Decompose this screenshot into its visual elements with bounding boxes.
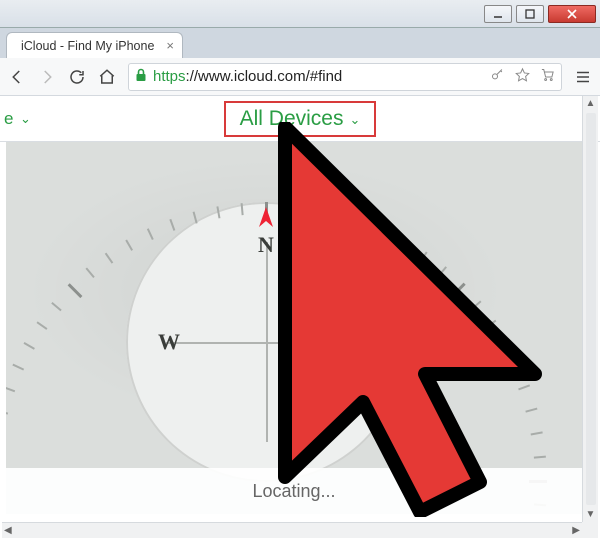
- horizontal-scrollbar[interactable]: ◀ ▶: [2, 522, 582, 538]
- window-maximize-button[interactable]: [516, 5, 544, 23]
- chevron-down-icon: ⌄: [349, 112, 360, 128]
- cart-icon[interactable]: [540, 67, 555, 87]
- compass-west-label: W: [158, 329, 180, 355]
- tab-icloud[interactable]: iCloud - Find My iPhone ×: [6, 32, 183, 58]
- back-button[interactable]: [8, 68, 26, 86]
- reload-button[interactable]: [68, 68, 86, 86]
- window-minimize-button[interactable]: [484, 5, 512, 23]
- home-button[interactable]: [98, 68, 116, 86]
- url-text: https://www.icloud.com/#find: [153, 68, 342, 85]
- window-titlebar: [0, 0, 600, 28]
- url-scheme: https: [153, 68, 186, 85]
- page-header: e ⌄ All Devices ⌄: [0, 96, 600, 142]
- header-left-text: e: [4, 109, 13, 129]
- locating-text: Locating...: [252, 481, 335, 502]
- locating-status-bar: Locating...: [6, 468, 582, 514]
- compass-north-label: N: [258, 232, 274, 258]
- header-left-caret-icon: ⌄: [20, 111, 31, 127]
- compass: N W: [126, 202, 406, 482]
- devices-label: All Devices: [240, 107, 344, 131]
- map-area[interactable]: N W Locating...: [6, 142, 582, 514]
- url-rest: ://www.icloud.com/#find: [186, 68, 343, 85]
- compass-north-needle-icon: [257, 207, 275, 229]
- lock-icon: [135, 68, 147, 85]
- forward-button[interactable]: [38, 68, 56, 86]
- tab-close-icon[interactable]: ×: [166, 38, 174, 53]
- scroll-down-icon[interactable]: ▼: [586, 509, 596, 520]
- scrollbar-corner: [582, 522, 598, 538]
- all-devices-dropdown[interactable]: All Devices ⌄: [224, 101, 377, 137]
- tab-title: iCloud - Find My iPhone: [21, 39, 154, 53]
- vertical-scrollbar[interactable]: ▲ ▼: [582, 96, 598, 522]
- key-icon[interactable]: [490, 67, 505, 87]
- scroll-left-icon[interactable]: ◀: [4, 525, 12, 536]
- tab-strip: iCloud - Find My iPhone ×: [0, 28, 600, 58]
- url-actions: [490, 67, 555, 87]
- browser-toolbar: https://www.icloud.com/#find: [0, 58, 600, 96]
- compass-crosshair: [166, 242, 366, 442]
- window-close-button[interactable]: [548, 5, 596, 23]
- scroll-right-icon[interactable]: ▶: [572, 525, 580, 536]
- address-bar[interactable]: https://www.icloud.com/#find: [128, 63, 562, 91]
- menu-button[interactable]: [574, 68, 592, 86]
- scroll-thumb[interactable]: [586, 113, 596, 505]
- bookmark-star-icon[interactable]: [515, 67, 530, 87]
- scroll-up-icon[interactable]: ▲: [586, 98, 596, 109]
